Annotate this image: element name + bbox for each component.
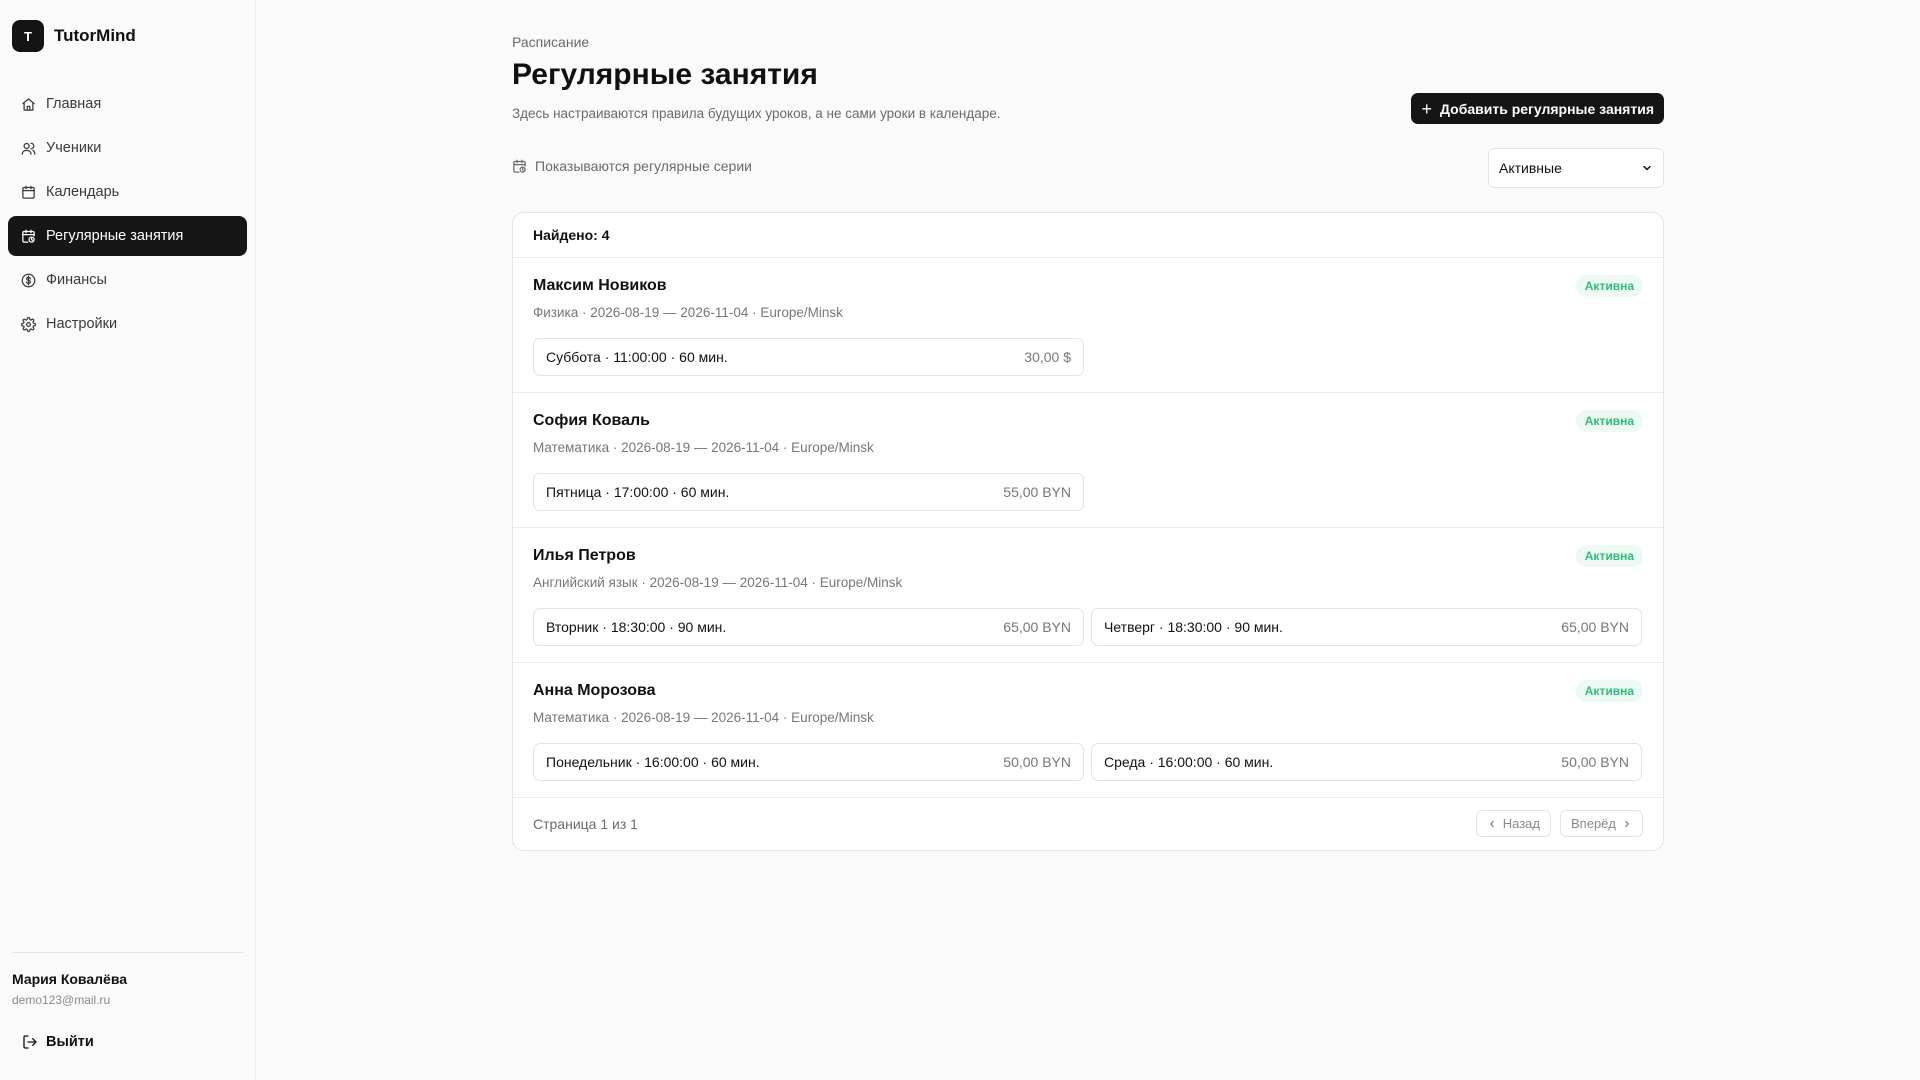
slot-price: 50,00 BYN — [1561, 754, 1629, 770]
chevron-right-icon — [1625, 820, 1629, 827]
brand-name: TutorMind — [54, 26, 136, 45]
lesson-slot: Понедельник · 16:00:00 · 60 мин. 50,00 B… — [533, 743, 1084, 781]
status-badge: Активна — [1575, 275, 1643, 297]
sidebar-item-finance[interactable]: Финансы — [8, 260, 247, 300]
slot-price: 65,00 BYN — [1003, 619, 1071, 635]
series-meta: Математика · 2026-08-19 — 2026-11-04 · E… — [533, 710, 874, 725]
calendar-repeat-icon — [22, 229, 35, 243]
chevron-left-icon — [1489, 820, 1494, 827]
slot-label: Суббота · 11:00:00 · 60 мин. — [546, 349, 728, 365]
status-filter-value: Активные — [1499, 160, 1562, 176]
prev-page-button[interactable]: Назад — [1475, 810, 1551, 837]
sidebar-nav: Главная Ученики Календарь Регулярные зан… — [8, 84, 247, 348]
sidebar-item-recurring-lessons[interactable]: Регулярные занятия — [8, 216, 247, 256]
slot-price: 50,00 BYN — [1003, 754, 1071, 770]
status-badge: Активна — [1575, 680, 1643, 702]
user-name: Мария Ковалёва — [12, 971, 128, 987]
dollar-circle-icon — [21, 273, 36, 287]
next-page-label: Вперёд — [1571, 816, 1616, 831]
sidebar-item-label: Финансы — [46, 272, 107, 288]
series-meta: Английский язык · 2026-08-19 — 2026-11-0… — [533, 575, 903, 590]
page-title: Регулярные занятия — [512, 58, 818, 91]
slot-label: Среда · 16:00:00 · 60 мин. — [1104, 754, 1274, 770]
series-row[interactable]: Анна Морозова Математика · 2026-08-19 — … — [513, 663, 1663, 798]
calendar-repeat-icon — [513, 159, 526, 173]
gear-icon — [21, 316, 36, 332]
student-name: Анна Морозова — [533, 682, 656, 699]
series-row[interactable]: Илья Петров Английский язык · 2026-08-19… — [513, 528, 1663, 663]
lesson-slot: Вторник · 18:30:00 · 90 мин. 65,00 BYN — [533, 608, 1084, 646]
slot-label: Четверг · 18:30:00 · 90 мин. — [1104, 619, 1283, 635]
sidebar-item-label: Регулярные занятия — [46, 228, 184, 244]
sidebar-item-label: Календарь — [46, 184, 120, 200]
series-list-panel: Найдено: 4 Максим Новиков Физика · 2026-… — [512, 212, 1664, 851]
sidebar-item-settings[interactable]: Настройки — [8, 304, 247, 344]
user-email: demo123@mail.ru — [12, 993, 111, 1007]
add-recurring-button[interactable]: + Добавить регулярные занятия — [1411, 93, 1664, 124]
sidebar-item-calendar[interactable]: Календарь — [8, 172, 247, 212]
slot-label: Пятница · 17:00:00 · 60 мин. — [546, 484, 730, 500]
breadcrumb[interactable]: Расписание — [512, 34, 589, 50]
filter-note: Показываются регулярные серии — [512, 158, 752, 174]
slot-price: 55,00 BYN — [1003, 484, 1071, 500]
sidebar-divider — [12, 952, 243, 953]
next-page-button[interactable]: Вперёд — [1560, 810, 1643, 837]
lesson-slot: Суббота · 11:00:00 · 60 мин. 30,00 $ — [533, 338, 1084, 376]
lesson-slot: Пятница · 17:00:00 · 60 мин. 55,00 BYN — [533, 473, 1084, 511]
calendar-icon — [22, 185, 35, 199]
sidebar-item-label: Главная — [46, 96, 102, 112]
series-meta: Математика · 2026-08-19 — 2026-11-04 · E… — [533, 440, 874, 455]
plus-icon: + — [1421, 98, 1432, 119]
logout-button[interactable]: Выйти — [12, 1028, 94, 1056]
page-info: Страница 1 из 1 — [533, 816, 638, 832]
sidebar-item-home[interactable]: Главная — [8, 84, 247, 124]
status-filter-select[interactable]: Активные — [1488, 148, 1664, 188]
sidebar-item-label: Настройки — [46, 316, 118, 332]
slot-price: 30,00 $ — [1024, 349, 1071, 365]
student-name: Илья Петров — [533, 547, 636, 564]
brand-logo: T — [12, 20, 44, 52]
page-subtitle: Здесь настраиваются правила будущих урок… — [512, 106, 1001, 121]
users-icon — [21, 142, 36, 155]
home-icon — [22, 97, 35, 111]
slot-price: 65,00 BYN — [1561, 619, 1629, 635]
lesson-slot: Среда · 16:00:00 · 60 мин. 50,00 BYN — [1091, 743, 1642, 781]
series-meta: Физика · 2026-08-19 — 2026-11-04 · Europ… — [533, 305, 843, 320]
series-row[interactable]: Максим Новиков Физика · 2026-08-19 — 202… — [513, 258, 1663, 393]
add-recurring-label: Добавить регулярные занятия — [1440, 100, 1654, 117]
lesson-slot: Четверг · 18:30:00 · 90 мин. 65,00 BYN — [1091, 608, 1642, 646]
prev-page-label: Назад — [1502, 816, 1540, 831]
slot-label: Понедельник · 16:00:00 · 60 мин. — [546, 754, 760, 770]
logout-label: Выйти — [46, 1034, 94, 1050]
logout-icon — [23, 1035, 37, 1049]
pagination: Страница 1 из 1 Назад Вперёд — [513, 798, 1663, 850]
filter-note-text: Показываются регулярные серии — [535, 158, 752, 174]
student-name: Максим Новиков — [533, 277, 667, 294]
status-badge: Активна — [1575, 545, 1643, 567]
sidebar: T TutorMind Главная Ученики Календарь Ре… — [0, 0, 256, 1080]
slot-label: Вторник · 18:30:00 · 90 мин. — [546, 619, 727, 635]
series-row[interactable]: София Коваль Математика · 2026-08-19 — 2… — [513, 393, 1663, 528]
sidebar-item-students[interactable]: Ученики — [8, 128, 247, 168]
sidebar-item-label: Ученики — [46, 140, 102, 156]
found-count: Найдено: 4 — [513, 213, 1663, 258]
status-badge: Активна — [1575, 410, 1643, 432]
student-name: София Коваль — [533, 412, 651, 429]
brand[interactable]: T TutorMind — [12, 20, 136, 52]
chevron-down-icon — [1643, 165, 1651, 171]
